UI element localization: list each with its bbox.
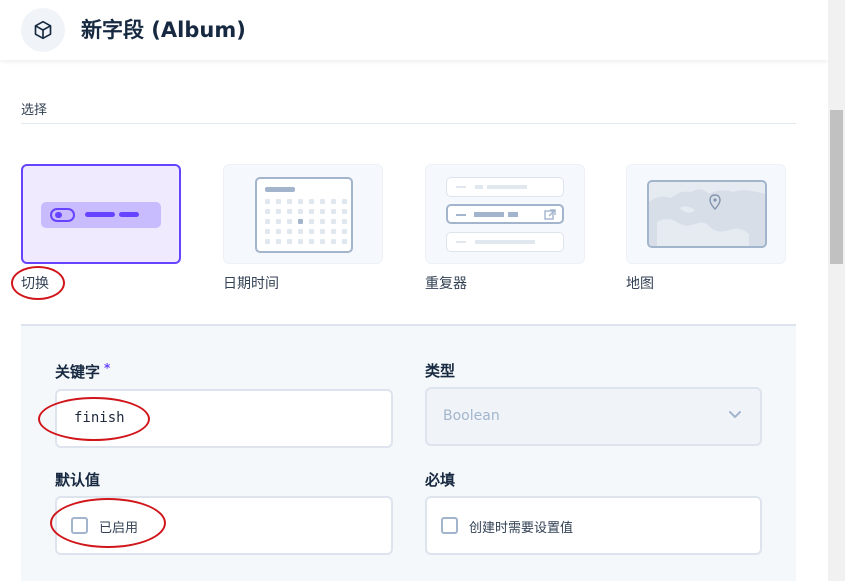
calendar-dot (331, 199, 336, 204)
type-select-value: Boolean (443, 408, 500, 424)
calendar-dot (342, 219, 347, 224)
calendar-dot (276, 239, 281, 244)
map-icon (647, 180, 767, 248)
interface-label-datetime: 日期时间 (223, 276, 279, 292)
calendar-dot (320, 209, 325, 214)
calendar-dot (320, 239, 325, 244)
default-field-label: 默认值 (55, 471, 101, 489)
required-box: 创建时需要设置值 (425, 496, 762, 555)
default-checkbox-label: 已启用 (99, 521, 139, 536)
calendar-dot (309, 209, 314, 214)
calendar-dot (287, 219, 292, 224)
calendar-dot (265, 199, 270, 204)
calendar-dot (342, 199, 347, 204)
interface-label-repeater: 重复器 (425, 276, 467, 292)
calendar-dot (309, 219, 314, 224)
key-input[interactable]: finish (55, 389, 393, 448)
type-select[interactable]: Boolean (425, 387, 762, 446)
calendar-dot (320, 219, 325, 224)
calendar-dot (276, 219, 281, 224)
calendar-dot (331, 239, 336, 244)
calendar-dot (331, 219, 336, 224)
default-value-box: 已启用 (55, 496, 393, 555)
interface-card-toggle[interactable] (21, 164, 181, 264)
calendar-dot (298, 209, 303, 214)
calendar-dot (287, 229, 292, 234)
default-enabled-checkbox[interactable] (71, 517, 88, 534)
calendar-icon (255, 177, 353, 253)
calendar-dot (265, 229, 270, 234)
section-divider (21, 123, 796, 124)
calendar-dot (276, 229, 281, 234)
required-checkbox[interactable] (441, 517, 458, 534)
section-label: 选择 (21, 103, 48, 118)
interface-card-map[interactable] (626, 164, 786, 264)
interface-card-repeater[interactable] (425, 164, 585, 264)
calendar-dot (287, 209, 292, 214)
calendar-dot (320, 199, 325, 204)
calendar-dot (320, 229, 325, 234)
calendar-dot (342, 239, 347, 244)
calendar-dot (331, 229, 336, 234)
box-icon (21, 8, 65, 52)
calendar-dot (265, 209, 270, 214)
type-field-label: 类型 (425, 362, 456, 380)
page-header: 新字段 (Album) (0, 0, 828, 60)
key-label-text: 关键字 (55, 363, 101, 381)
required-star: * (104, 361, 111, 375)
calendar-dot (298, 219, 303, 224)
interface-label-map: 地图 (626, 276, 654, 292)
calendar-dot (265, 239, 270, 244)
required-field-label: 必填 (425, 471, 456, 489)
page-title: 新字段 (Album) (81, 18, 246, 42)
calendar-dot (309, 239, 314, 244)
scrollbar-thumb[interactable] (830, 110, 843, 264)
calendar-dot (265, 219, 270, 224)
calendar-dot (331, 209, 336, 214)
calendar-dot (276, 209, 281, 214)
key-input-value: finish (74, 410, 125, 426)
calendar-dot (309, 199, 314, 204)
chevron-down-icon (729, 411, 741, 418)
calendar-dot (298, 239, 303, 244)
calendar-dot (298, 229, 303, 234)
calendar-dot (287, 239, 292, 244)
calendar-dot (298, 199, 303, 204)
scrollbar-track[interactable] (828, 0, 845, 581)
interface-label-toggle: 切换 (21, 276, 49, 292)
toggle-icon (41, 202, 161, 228)
calendar-dot (287, 199, 292, 204)
key-field-label: 关键字 * (55, 361, 110, 382)
calendar-dot (342, 209, 347, 214)
calendar-dot (309, 229, 314, 234)
required-checkbox-label: 创建时需要设置值 (469, 521, 574, 536)
calendar-dot (342, 229, 347, 234)
interface-card-datetime[interactable] (223, 164, 383, 264)
calendar-dot (276, 199, 281, 204)
